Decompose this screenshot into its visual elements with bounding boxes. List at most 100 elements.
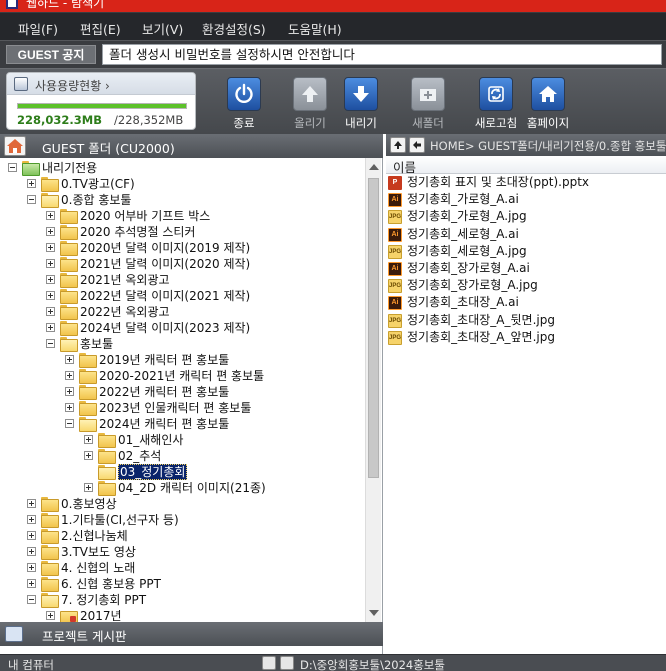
- expand-icon[interactable]: [65, 387, 74, 396]
- jpg-file-icon: JPG: [388, 330, 402, 345]
- tree-item-label: 4. 신협의 노래: [61, 561, 136, 575]
- jpg-file-icon: JPG: [388, 313, 402, 328]
- tree-item-label: 2020 어부바 기프트 박스: [80, 209, 211, 223]
- expand-icon[interactable]: [46, 243, 55, 252]
- expand-icon[interactable]: [46, 611, 55, 620]
- tree-item-label: 2024년 달력 이미지(2023 제작): [80, 321, 251, 335]
- tree-item-label: 6. 신협 홍보용 PPT: [61, 577, 161, 591]
- collapse-icon[interactable]: [27, 195, 36, 204]
- file-list[interactable]: P 정기총회 표지 및 초대장(ppt).pptx Ai 정기총회_가로형_A.ai J…: [386, 174, 666, 644]
- expand-icon[interactable]: [46, 307, 55, 316]
- expand-icon[interactable]: [27, 179, 36, 188]
- folder-icon: [22, 161, 40, 176]
- collapse-icon[interactable]: [27, 595, 36, 604]
- tree-scrollbar[interactable]: [365, 158, 381, 622]
- download-label: 내리기: [345, 116, 377, 130]
- file-name: 정기총회_초대장_A.ai: [407, 295, 519, 310]
- menu-view[interactable]: 보기(V): [142, 19, 183, 38]
- folder-icon: [98, 481, 116, 496]
- scroll-up-icon[interactable]: [369, 164, 379, 170]
- folder-icon: [41, 545, 59, 560]
- new-folder-label: 새폴더: [412, 116, 444, 130]
- expand-icon[interactable]: [46, 211, 55, 220]
- expand-icon[interactable]: [46, 323, 55, 332]
- exit-button[interactable]: 종료: [214, 77, 274, 131]
- tree-item-label: 0.종합 홍보툴: [61, 193, 132, 207]
- folder-icon: [98, 449, 116, 464]
- folder-icon: [60, 225, 78, 240]
- folder-icon: [60, 305, 78, 320]
- local-up-icon[interactable]: [262, 656, 276, 670]
- tree-item-label: 2022년 옥외광고: [80, 305, 170, 319]
- tree-item-label: 2023년 인물캐릭터 편 홍보툴: [99, 401, 252, 415]
- toolbar: 사용용량현황 › 228,032.3MB /228,352MB 종료 올리기 내…: [0, 68, 666, 134]
- refresh-label: 새로고침: [474, 116, 518, 130]
- jpg-file-icon: JPG: [388, 279, 402, 294]
- menu-settings[interactable]: 환경설정(S): [202, 19, 266, 38]
- notice-bar: GUEST 공지 폴더 생성시 비밀번호를 설정하시면 안전합니다: [0, 40, 666, 68]
- tree-item-label: 2024년 캐릭터 편 홍보툴: [99, 417, 230, 431]
- tree-item-label: 04_2D 캐릭터 이미지(21종): [118, 481, 266, 495]
- expand-icon[interactable]: [46, 291, 55, 300]
- title-bar: 웹하드 - 탐색기: [0, 0, 666, 12]
- new-folder-button[interactable]: 새폴더: [398, 77, 458, 131]
- local-back-icon[interactable]: [280, 656, 294, 670]
- folder-icon: [60, 321, 78, 336]
- project-board-label: 프로젝트 게시판: [42, 629, 127, 644]
- expand-icon[interactable]: [84, 435, 93, 444]
- expand-icon[interactable]: [46, 275, 55, 284]
- expand-icon[interactable]: [27, 579, 36, 588]
- usage-progress-fill: [18, 104, 186, 108]
- tree-item-label: 2022년 달력 이미지(2021 제작): [80, 289, 251, 303]
- up-folder-icon[interactable]: [390, 137, 406, 153]
- collapse-icon[interactable]: [46, 339, 55, 348]
- new-folder-icon: [411, 77, 445, 111]
- download-button[interactable]: 내리기: [331, 77, 391, 131]
- home-folder-icon[interactable]: [4, 136, 26, 156]
- expand-icon[interactable]: [46, 227, 55, 236]
- tree-item-label: 7. 정기총회 PPT: [61, 593, 147, 607]
- tree-item-label: 2017년: [80, 609, 122, 622]
- expand-icon[interactable]: [65, 355, 74, 364]
- homepage-label: 홈페이지: [526, 116, 570, 130]
- folder-tree[interactable]: 내리기전용 0.TV광고(CF) 0.종합 홍보툴 2020 어부바 기프트 박스 20…: [0, 158, 365, 622]
- file-name: 정기총회_장가로형_A.jpg: [407, 278, 538, 293]
- menu-help[interactable]: 도움말(H): [288, 19, 342, 38]
- collapse-icon[interactable]: [8, 163, 17, 172]
- project-board-bar[interactable]: 프로젝트 게시판: [0, 622, 383, 646]
- expand-icon[interactable]: [46, 259, 55, 268]
- power-icon: [227, 77, 261, 111]
- my-computer-label: 내 컴퓨터: [8, 658, 54, 671]
- board-icon: [5, 626, 23, 642]
- expand-icon[interactable]: [65, 371, 74, 380]
- folder-icon: [60, 209, 78, 224]
- expand-icon[interactable]: [27, 515, 36, 524]
- expand-icon[interactable]: [65, 403, 74, 412]
- expand-icon[interactable]: [84, 451, 93, 460]
- file-name: 정기총회_가로형_A.ai: [407, 192, 519, 207]
- expand-icon[interactable]: [27, 531, 36, 540]
- column-header[interactable]: 이름: [386, 156, 666, 175]
- usage-total: /228,352MB: [114, 113, 184, 127]
- scroll-down-icon[interactable]: [369, 610, 379, 616]
- expand-icon[interactable]: [27, 563, 36, 572]
- tree-item-label: 2.신협나눔체: [61, 529, 128, 543]
- back-icon[interactable]: [409, 137, 425, 153]
- collapse-icon[interactable]: [65, 419, 74, 428]
- refresh-icon: [479, 77, 513, 111]
- upload-arrow-icon: [293, 77, 327, 111]
- ai-file-icon: Ai: [388, 193, 402, 208]
- scroll-thumb[interactable]: [368, 178, 379, 478]
- expand-icon[interactable]: [27, 547, 36, 556]
- file-name: 정기총회_세로형_A.ai: [407, 226, 519, 241]
- menu-file[interactable]: 파일(F): [18, 19, 58, 38]
- usage-panel[interactable]: 사용용량현황 › 228,032.3MB /228,352MB: [6, 72, 196, 130]
- expand-icon[interactable]: [84, 483, 93, 492]
- refresh-button[interactable]: 새로고침: [466, 77, 526, 131]
- homepage-button[interactable]: 홈페이지: [518, 77, 578, 131]
- menu-edit[interactable]: 편집(E): [80, 19, 121, 38]
- usage-progress-bar: [17, 103, 187, 109]
- file-name: 정기총회_세로형_A.jpg: [407, 243, 527, 258]
- folder-icon: [41, 177, 59, 192]
- expand-icon[interactable]: [27, 499, 36, 508]
